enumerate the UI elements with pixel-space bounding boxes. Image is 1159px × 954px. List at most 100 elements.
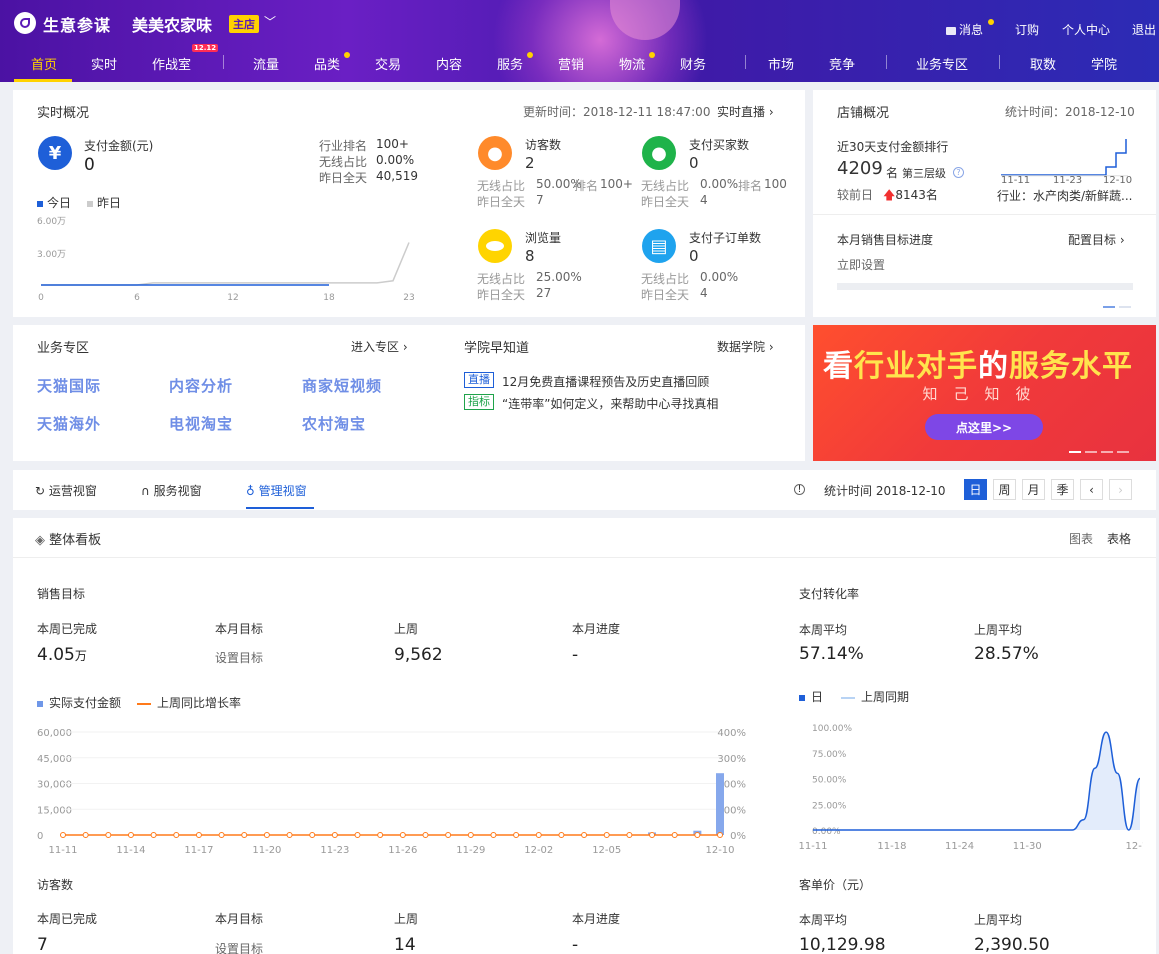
nav-traffic[interactable]: 流量 — [253, 54, 279, 73]
visitors-kpi-label: 上周 — [394, 912, 419, 926]
sales-kpi-label: 本周已完成 — [37, 622, 98, 636]
nav-category[interactable]: 品类 — [314, 54, 340, 73]
zone-tv-taobao[interactable]: 电视淘宝 — [169, 413, 233, 434]
promo-banner[interactable]: 看行业对手的服务水平 知己知彼 点这里>> — [813, 325, 1156, 461]
set-visitors-target-link[interactable]: 设置目标 — [215, 940, 263, 954]
realtime-live-link[interactable]: 实时直播 › — [717, 103, 774, 120]
view-chart-toggle[interactable]: 图表 — [1069, 530, 1093, 547]
messages-link[interactable]: 消息 — [946, 21, 983, 38]
shop-name[interactable]: 美美农家味 — [132, 12, 212, 36]
x-tick-label: 12 — [227, 293, 238, 303]
prev-period-button[interactable]: ‹ — [1080, 479, 1103, 500]
nav-trade[interactable]: 交易 — [375, 54, 401, 73]
growth-rate-point — [218, 832, 225, 838]
metric-value: 0 — [689, 247, 699, 265]
nav-war-room[interactable]: 作战室 — [152, 54, 191, 73]
zone-tmall-intl[interactable]: 天猫国际 — [37, 375, 101, 396]
overall-board-card: ◈ 整体看板 图表 表格 销售目标 本周已完成 4.05万 本月目标 设置目标 … — [13, 518, 1156, 954]
tab-operations[interactable]: ↻ 运营视窗 — [35, 482, 97, 499]
carousel-dot[interactable] — [1085, 451, 1097, 453]
x-tick-label: 23 — [403, 293, 414, 303]
growth-rate-point — [241, 832, 248, 838]
nav-market[interactable]: 市场 — [768, 54, 794, 73]
growth-rate-point — [649, 832, 656, 838]
news-item[interactable]: 12月免费直播课程预告及历史直播回顾 — [502, 373, 709, 390]
view-table-toggle[interactable]: 表格 — [1107, 530, 1131, 547]
zone-short-video[interactable]: 商家短视频 — [302, 375, 382, 396]
brand-name[interactable]: 生意参谋 — [43, 12, 111, 36]
series-yesterday-line — [41, 242, 410, 286]
subscribe-link[interactable]: 订购 — [1015, 21, 1039, 38]
legend-today: 今日 — [37, 194, 71, 211]
period-month[interactable]: 月 — [1022, 479, 1045, 500]
nav-realtime[interactable]: 实时 — [91, 54, 117, 73]
metric-name: 支付买家数 — [689, 138, 750, 152]
visitors-title: 访客数 — [37, 878, 74, 892]
info-icon[interactable]: ! — [794, 484, 805, 495]
growth-rate-point — [717, 832, 723, 838]
y2-tick-label: 400% — [717, 728, 746, 739]
visitors-kpi-label: 本周已完成 — [37, 912, 98, 926]
zone-content-analysis[interactable]: 内容分析 — [169, 375, 233, 396]
logout-link[interactable]: 退出 — [1132, 21, 1156, 38]
period-week[interactable]: 周 — [993, 479, 1016, 500]
growth-rate-point — [490, 832, 497, 838]
period-quarter[interactable]: 季 — [1051, 479, 1074, 500]
period-day[interactable]: 日 — [964, 479, 987, 500]
nav-competition[interactable]: 竞争 — [829, 54, 855, 73]
config-target-link[interactable]: 配置目标 › — [1068, 231, 1125, 248]
enter-zone-link[interactable]: 进入专区 › — [351, 338, 408, 355]
user-center-link[interactable]: 个人中心 — [1062, 21, 1110, 38]
growth-rate-point — [331, 832, 338, 838]
sales-kpi-label: 本月目标 — [215, 622, 264, 636]
y-tick-label: 100.00% — [812, 724, 852, 734]
banner-cta-button[interactable]: 点这里>> — [925, 414, 1043, 440]
sales-legend-line: 上周同比增长率 — [137, 694, 241, 711]
visitors-kpi-value: - — [572, 935, 579, 954]
shop-switch-chevron-icon[interactable]: ﹀ — [264, 13, 276, 30]
next-period-button[interactable]: › — [1109, 479, 1132, 500]
tab-management[interactable]: ♁ 管理视窗 — [246, 482, 307, 499]
x-tick-label: 11-14 — [116, 845, 145, 856]
carousel-dot[interactable] — [1119, 306, 1131, 308]
nav-home[interactable]: 首页 — [31, 54, 57, 73]
nav-service[interactable]: 服务 — [497, 54, 523, 73]
nav-logistics[interactable]: 物流 — [619, 54, 645, 73]
x-tick-label: 11-18 — [877, 841, 906, 852]
carousel-dot-active[interactable] — [1069, 451, 1081, 453]
board-title: ◈ 整体看板 — [35, 533, 102, 548]
nav-content[interactable]: 内容 — [436, 54, 462, 73]
news-tag: 直播 — [464, 372, 494, 388]
nav-business-zone[interactable]: 业务专区 — [916, 54, 968, 73]
x-tick-label: 11-20 — [252, 845, 281, 856]
carousel-dot[interactable] — [1101, 451, 1113, 453]
carousel-dot-active[interactable] — [1103, 306, 1115, 308]
set-sales-target-link[interactable]: 设置目标 — [215, 649, 263, 666]
target-progress-title: 本月销售目标进度 — [837, 233, 934, 247]
news-item[interactable]: “连带率”如何定义，来帮助中心寻找真相 — [502, 395, 718, 412]
nav-marketing[interactable]: 营销 — [558, 54, 584, 73]
sales-chart: 60,00045,00030,00015,0000400%300%200%100… — [37, 728, 746, 856]
set-now-link[interactable]: 立即设置 — [837, 256, 885, 273]
conversion-kpi-label: 本周平均 — [799, 623, 848, 637]
x-tick-label: 11-17 — [184, 845, 213, 856]
data-academy-link[interactable]: 数据学院 › — [717, 338, 774, 355]
x-tick-label: 11-23 — [320, 845, 349, 856]
tab-service[interactable]: ∩ 服务视窗 — [141, 482, 202, 499]
layers-icon: ◈ — [35, 533, 45, 548]
brand-logo-icon[interactable] — [14, 12, 36, 34]
zone-tmall-overseas[interactable]: 天猫海外 — [37, 413, 101, 434]
metric-name: 访客数 — [525, 138, 562, 152]
x-tick-label: 11-11 — [798, 841, 827, 852]
zone-rural-taobao[interactable]: 农村淘宝 — [302, 413, 366, 434]
nav-academy[interactable]: 学院 — [1091, 54, 1117, 73]
nav-finance[interactable]: 财务 — [680, 54, 706, 73]
help-icon[interactable]: ? — [953, 167, 964, 178]
conversion-kpi-value: 57.14% — [799, 644, 864, 664]
x-tick-label: 11-30 — [1013, 841, 1042, 852]
carousel-dot[interactable] — [1117, 451, 1129, 453]
growth-rate-point — [671, 832, 678, 838]
messages-dot — [988, 19, 994, 25]
metric-value: 2 — [525, 154, 535, 172]
nav-data-fetch[interactable]: 取数 — [1030, 54, 1056, 73]
